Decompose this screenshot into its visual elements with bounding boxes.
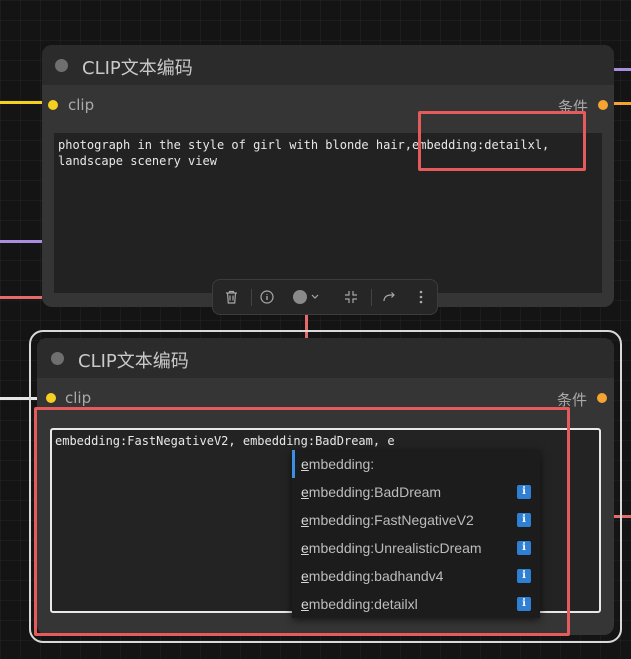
wire-yellow-left bbox=[0, 101, 46, 104]
autocomplete-item-label: mbedding:badhandv4 bbox=[308, 568, 444, 584]
info-icon[interactable] bbox=[255, 280, 279, 314]
typed-prefix: e bbox=[301, 596, 309, 612]
autocomplete-item-label: mbedding:UnrealisticDream bbox=[308, 540, 482, 556]
node-title-bar[interactable]: CLIP文本编码 bbox=[42, 45, 614, 85]
redo-arrow-icon[interactable] bbox=[377, 280, 401, 314]
clip-input-label: clip bbox=[68, 96, 95, 114]
toolbar-separator bbox=[251, 289, 252, 306]
typed-prefix: e bbox=[301, 456, 309, 472]
clip-input-slot[interactable] bbox=[46, 393, 56, 403]
typed-prefix: e bbox=[301, 540, 309, 556]
selection-caret bbox=[292, 450, 295, 478]
toolbar-separator bbox=[371, 289, 372, 306]
autocomplete-item-label: mbedding:detailxl bbox=[308, 596, 418, 612]
conditioning-output-slot[interactable] bbox=[597, 393, 607, 403]
wire-purple-right bbox=[612, 68, 631, 71]
trash-icon[interactable] bbox=[219, 280, 243, 314]
typed-prefix: e bbox=[301, 568, 309, 584]
autocomplete-item[interactable]: embedding:UnrealisticDream i bbox=[292, 534, 540, 562]
info-icon[interactable]: i bbox=[517, 513, 531, 527]
typed-prefix: e bbox=[301, 512, 309, 528]
autocomplete-item[interactable]: embedding:FastNegativeV2 i bbox=[292, 506, 540, 534]
autocomplete-item[interactable]: embedding:detailxl i bbox=[292, 590, 540, 618]
info-icon[interactable]: i bbox=[517, 597, 531, 611]
more-vertical-icon[interactable] bbox=[409, 280, 433, 314]
wire-red-left bbox=[0, 296, 42, 299]
node-title: CLIP文本编码 bbox=[82, 58, 193, 79]
autocomplete-item[interactable]: embedding: bbox=[292, 450, 540, 478]
autocomplete-dropdown: embedding: embedding:BadDream i embeddin… bbox=[292, 450, 540, 618]
clip-input-slot[interactable] bbox=[48, 100, 58, 110]
autocomplete-item-label: mbedding:FastNegativeV2 bbox=[308, 512, 474, 528]
collapse-dot-icon[interactable] bbox=[55, 59, 68, 72]
highlight-embedding-detailxl bbox=[418, 111, 586, 171]
info-icon[interactable]: i bbox=[517, 569, 531, 583]
autocomplete-item-label: mbedding: bbox=[308, 456, 375, 472]
autocomplete-item-label: mbedding:BadDream bbox=[308, 484, 442, 500]
collapse-icon[interactable] bbox=[339, 280, 363, 314]
wire-purple-left bbox=[0, 240, 42, 243]
info-icon[interactable]: i bbox=[517, 541, 531, 555]
autocomplete-item[interactable]: embedding:badhandv4 i bbox=[292, 562, 540, 590]
clip-input-label: clip bbox=[65, 389, 92, 407]
node-toolbar bbox=[212, 279, 438, 315]
node-title-bar[interactable]: CLIP文本编码 bbox=[37, 338, 614, 378]
collapse-dot-icon[interactable] bbox=[51, 352, 64, 365]
node-title: CLIP文本编码 bbox=[78, 351, 189, 372]
color-picker-button[interactable] bbox=[289, 280, 325, 314]
autocomplete-item[interactable]: embedding:BadDream i bbox=[292, 478, 540, 506]
typed-prefix: e bbox=[301, 484, 309, 500]
conditioning-output-slot[interactable] bbox=[598, 100, 608, 110]
clip-text-encode-node-top[interactable]: CLIP文本编码 clip 条件 photograph in the style… bbox=[42, 45, 614, 307]
info-icon[interactable]: i bbox=[517, 485, 531, 499]
